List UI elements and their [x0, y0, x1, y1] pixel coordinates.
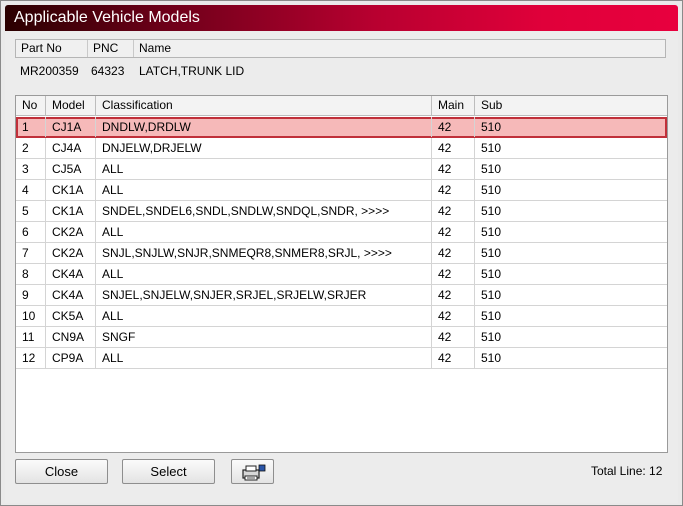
table-row[interactable]: 8 CK4A ALL 42 510: [16, 264, 667, 285]
cell-no: 11: [16, 327, 46, 347]
cell-no: 3: [16, 159, 46, 179]
cell-model: CK2A: [46, 243, 96, 263]
cell-no: 6: [16, 222, 46, 242]
models-grid[interactable]: No Model Classification Main Sub 1 CJ1A DN…: [15, 95, 668, 453]
cell-classification: DNJELW,DRJELW: [96, 138, 432, 158]
table-row[interactable]: 5 CK1A SNDEL,SNDEL6,SNDL,SNDLW,SNDQL,SNDR,…: [16, 201, 667, 222]
header-name: Name: [139, 41, 172, 55]
cell-sub: 510: [481, 141, 502, 155]
cell-no: 2: [16, 138, 46, 158]
cell-model: CJ4A: [46, 138, 96, 158]
cell-main: 42: [432, 180, 475, 200]
cell-model: CK4A: [46, 285, 96, 305]
cell-main: 42: [432, 285, 475, 305]
cell-sub: 510: [481, 330, 502, 344]
cell-model: CP9A: [46, 348, 96, 368]
cell-model: CK2A: [46, 222, 96, 242]
column-header-sub[interactable]: Sub: [475, 96, 667, 115]
total-line: Total Line: 12: [591, 464, 663, 478]
cell-no: 7: [16, 243, 46, 263]
cell-classification: SNGF: [96, 327, 432, 347]
window-client: Part No PNC Name MR200359 64323 LATCH,TR…: [5, 31, 678, 503]
cell-classification: ALL: [96, 306, 432, 326]
part-name-value: LATCH,TRUNK LID: [139, 64, 245, 78]
cell-model: CJ1A: [46, 117, 96, 137]
cell-classification: ALL: [96, 348, 432, 368]
cell-no: 9: [16, 285, 46, 305]
cell-sub: 510: [481, 267, 502, 281]
column-header-classification[interactable]: Classification: [96, 96, 432, 115]
cell-no: 8: [16, 264, 46, 284]
cell-main: 42: [432, 201, 475, 221]
select-button[interactable]: Select: [122, 459, 215, 484]
cell-main: 42: [432, 306, 475, 326]
cell-model: CK5A: [46, 306, 96, 326]
cell-sub: 510: [481, 246, 502, 260]
cell-no: 12: [16, 348, 46, 368]
column-header-model[interactable]: Model: [46, 96, 96, 115]
cell-model: CK1A: [46, 201, 96, 221]
window-title: Applicable Vehicle Models: [14, 9, 200, 26]
table-row[interactable]: 12 CP9A ALL 42 510: [16, 348, 667, 369]
cell-sub: 510: [481, 351, 502, 365]
table-row[interactable]: 10 CK5A ALL 42 510: [16, 306, 667, 327]
title-bar[interactable]: Applicable Vehicle Models: [5, 5, 678, 31]
cell-classification: SNJL,SNJLW,SNJR,SNMEQR8,SNMER8,SRJL, >>>…: [96, 243, 432, 263]
cell-classification: SNJEL,SNJELW,SNJER,SRJEL,SRJELW,SRJER: [96, 285, 432, 305]
table-row[interactable]: 7 CK2A SNJL,SNJLW,SNJR,SNMEQR8,SNMER8,SRJL…: [16, 243, 667, 264]
cell-main: 42: [432, 117, 475, 137]
table-row[interactable]: 3 CJ5A ALL 42 510: [16, 159, 667, 180]
cell-main: 42: [432, 327, 475, 347]
cell-sub: 510: [481, 183, 502, 197]
cell-main: 42: [432, 348, 475, 368]
cell-main: 42: [432, 222, 475, 242]
cell-classification: SNDEL,SNDEL6,SNDL,SNDLW,SNDQL,SNDR, >>>>: [96, 201, 432, 221]
cell-sub: 510: [481, 225, 502, 239]
cell-sub: 510: [481, 204, 502, 218]
cell-model: CK4A: [46, 264, 96, 284]
close-button[interactable]: Close: [15, 459, 108, 484]
column-header-no[interactable]: No: [16, 96, 46, 115]
cell-sub: 510: [481, 288, 502, 302]
table-row[interactable]: 2 CJ4A DNJELW,DRJELW 42 510: [16, 138, 667, 159]
cell-sub: 510: [481, 162, 502, 176]
cell-main: 42: [432, 264, 475, 284]
printer-icon: [241, 464, 265, 481]
header-pnc: PNC: [88, 40, 134, 57]
cell-main: 42: [432, 159, 475, 179]
cell-sub: 510: [481, 309, 502, 323]
table-row[interactable]: 9 CK4A SNJEL,SNJELW,SNJER,SRJEL,SRJELW,SRJ…: [16, 285, 667, 306]
cell-main: 42: [432, 138, 475, 158]
applicable-models-window: Applicable Vehicle Models Part No PNC Na…: [0, 0, 683, 506]
cell-classification: ALL: [96, 264, 432, 284]
cell-classification: ALL: [96, 159, 432, 179]
pnc-value: 64323: [91, 64, 125, 78]
cell-no: 1: [16, 117, 46, 137]
table-row[interactable]: 11 CN9A SNGF 42 510: [16, 327, 667, 348]
cell-classification: DNDLW,DRDLW: [96, 117, 432, 137]
cell-no: 4: [16, 180, 46, 200]
grid-header: No Model Classification Main Sub: [16, 96, 667, 116]
header-part-no: Part No: [16, 40, 88, 57]
cell-sub: 510: [481, 120, 502, 134]
cell-model: CN9A: [46, 327, 96, 347]
cell-model: CK1A: [46, 180, 96, 200]
part-info-header: Part No PNC Name: [15, 39, 666, 58]
table-row[interactable]: 6 CK2A ALL 42 510: [16, 222, 667, 243]
cell-classification: ALL: [96, 180, 432, 200]
cell-main: 42: [432, 243, 475, 263]
cell-classification: ALL: [96, 222, 432, 242]
table-row[interactable]: 4 CK1A ALL 42 510: [16, 180, 667, 201]
cell-model: CJ5A: [46, 159, 96, 179]
part-no-value: MR200359: [20, 64, 79, 78]
table-row[interactable]: 1 CJ1A DNDLW,DRDLW 42 510: [16, 117, 667, 138]
cell-no: 10: [16, 306, 46, 326]
column-header-main[interactable]: Main: [432, 96, 475, 115]
cell-no: 5: [16, 201, 46, 221]
print-button[interactable]: [231, 459, 274, 484]
